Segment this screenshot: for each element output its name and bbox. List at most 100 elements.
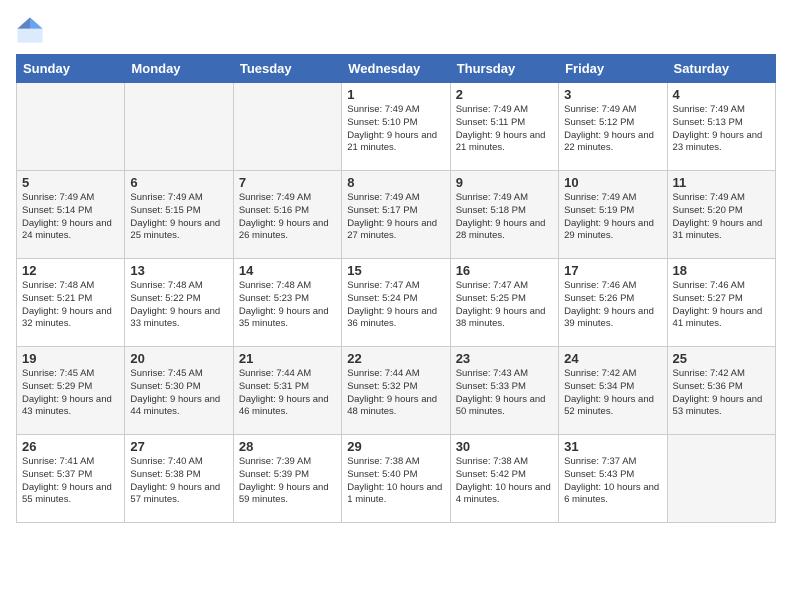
calendar-cell: 13 Sunrise: 7:48 AM Sunset: 5:22 PM Dayli…: [125, 259, 233, 347]
day-number: 20: [130, 351, 227, 366]
calendar-cell: 29Sunrise: 7:38 AM Sunset: 5:40 PM Dayli…: [342, 435, 450, 523]
calendar-cell: 28 Sunrise: 7:39 AM Sunset: 5:39 PM Dayli…: [233, 435, 341, 523]
calendar-cell: 20 Sunrise: 7:45 AM Sunset: 5:30 PM Dayli…: [125, 347, 233, 435]
calendar-week-row: 5 Sunrise: 7:49 AM Sunset: 5:14 PM Daylig…: [17, 171, 776, 259]
day-info: Sunrise: 7:48 AM Sunset: 5:22 PM Dayligh…: [130, 280, 227, 331]
calendar-cell: 25Sunrise: 7:42 AM Sunset: 5:36 PM Dayli…: [667, 347, 775, 435]
day-number: 14: [239, 263, 336, 278]
day-info: Sunrise: 7:49 AM Sunset: 5:17 PM Dayligh…: [347, 192, 444, 243]
day-info: Sunrise: 7:49 AM Sunset: 5:10 PM Dayligh…: [347, 104, 444, 155]
calendar-week-row: 12 Sunrise: 7:48 AM Sunset: 5:21 PM Dayli…: [17, 259, 776, 347]
calendar-cell: 21 Sunrise: 7:44 AM Sunset: 5:31 PM Dayli…: [233, 347, 341, 435]
day-info: Sunrise: 7:41 AM Sunset: 5:37 PM Dayligh…: [22, 456, 119, 507]
day-info: Sunrise: 7:44 AM Sunset: 5:32 PM Dayligh…: [347, 368, 444, 419]
day-info: Sunrise: 7:47 AM Sunset: 5:25 PM Dayligh…: [456, 280, 553, 331]
day-number: 24: [564, 351, 661, 366]
day-info: Sunrise: 7:49 AM Sunset: 5:14 PM Dayligh…: [22, 192, 119, 243]
calendar-cell: 15 Sunrise: 7:47 AM Sunset: 5:24 PM Dayli…: [342, 259, 450, 347]
day-number: 29: [347, 439, 444, 454]
day-info: Sunrise: 7:37 AM Sunset: 5:43 PM Dayligh…: [564, 456, 661, 507]
day-number: 17: [564, 263, 661, 278]
day-number: 10: [564, 175, 661, 190]
calendar-cell: [17, 83, 125, 171]
calendar-cell: 6 Sunrise: 7:49 AM Sunset: 5:15 PM Daylig…: [125, 171, 233, 259]
day-info: Sunrise: 7:45 AM Sunset: 5:29 PM Dayligh…: [22, 368, 119, 419]
calendar-cell: [125, 83, 233, 171]
weekday-header: Sunday: [17, 55, 125, 83]
calendar-cell: 26 Sunrise: 7:41 AM Sunset: 5:37 PM Dayli…: [17, 435, 125, 523]
day-info: Sunrise: 7:44 AM Sunset: 5:31 PM Dayligh…: [239, 368, 336, 419]
day-info: Sunrise: 7:45 AM Sunset: 5:30 PM Dayligh…: [130, 368, 227, 419]
weekday-header: Thursday: [450, 55, 558, 83]
day-info: Sunrise: 7:49 AM Sunset: 5:11 PM Dayligh…: [456, 104, 553, 155]
day-number: 23: [456, 351, 553, 366]
day-number: 30: [456, 439, 553, 454]
calendar-cell: 18 Sunrise: 7:46 AM Sunset: 5:27 PM Dayli…: [667, 259, 775, 347]
day-info: Sunrise: 7:39 AM Sunset: 5:39 PM Dayligh…: [239, 456, 336, 507]
logo-icon: [16, 16, 44, 44]
day-info: Sunrise: 7:49 AM Sunset: 5:12 PM Dayligh…: [564, 104, 661, 155]
calendar-cell: 3 Sunrise: 7:49 AM Sunset: 5:12 PM Daylig…: [559, 83, 667, 171]
page-header: [16, 16, 776, 44]
page-container: SundayMondayTuesdayWednesdayThursdayFrid…: [0, 0, 792, 533]
day-number: 21: [239, 351, 336, 366]
day-info: Sunrise: 7:43 AM Sunset: 5:33 PM Dayligh…: [456, 368, 553, 419]
day-info: Sunrise: 7:49 AM Sunset: 5:13 PM Dayligh…: [673, 104, 770, 155]
day-number: 25: [673, 351, 770, 366]
calendar-cell: 19 Sunrise: 7:45 AM Sunset: 5:29 PM Dayli…: [17, 347, 125, 435]
day-number: 9: [456, 175, 553, 190]
day-number: 19: [22, 351, 119, 366]
day-number: 8: [347, 175, 444, 190]
calendar-cell: 30 Sunrise: 7:38 AM Sunset: 5:42 PM Dayli…: [450, 435, 558, 523]
calendar-body: 1 Sunrise: 7:49 AM Sunset: 5:10 PM Daylig…: [17, 83, 776, 523]
calendar-cell: [233, 83, 341, 171]
calendar-cell: 8 Sunrise: 7:49 AM Sunset: 5:17 PM Daylig…: [342, 171, 450, 259]
day-number: 11: [673, 175, 770, 190]
day-number: 31: [564, 439, 661, 454]
calendar-cell: 24 Sunrise: 7:42 AM Sunset: 5:34 PM Dayli…: [559, 347, 667, 435]
weekday-header: Saturday: [667, 55, 775, 83]
day-info: Sunrise: 7:42 AM Sunset: 5:34 PM Dayligh…: [564, 368, 661, 419]
calendar-cell: 7 Sunrise: 7:49 AM Sunset: 5:16 PM Daylig…: [233, 171, 341, 259]
day-number: 28: [239, 439, 336, 454]
calendar-cell: 22 Sunrise: 7:44 AM Sunset: 5:32 PM Dayli…: [342, 347, 450, 435]
calendar-week-row: 1 Sunrise: 7:49 AM Sunset: 5:10 PM Daylig…: [17, 83, 776, 171]
calendar-cell: 1 Sunrise: 7:49 AM Sunset: 5:10 PM Daylig…: [342, 83, 450, 171]
weekday-header: Wednesday: [342, 55, 450, 83]
day-number: 5: [22, 175, 119, 190]
day-number: 18: [673, 263, 770, 278]
day-number: 6: [130, 175, 227, 190]
calendar-cell: 5 Sunrise: 7:49 AM Sunset: 5:14 PM Daylig…: [17, 171, 125, 259]
day-info: Sunrise: 7:49 AM Sunset: 5:19 PM Dayligh…: [564, 192, 661, 243]
calendar-table: SundayMondayTuesdayWednesdayThursdayFrid…: [16, 54, 776, 523]
day-info: Sunrise: 7:47 AM Sunset: 5:24 PM Dayligh…: [347, 280, 444, 331]
day-info: Sunrise: 7:49 AM Sunset: 5:16 PM Dayligh…: [239, 192, 336, 243]
calendar-cell: 23 Sunrise: 7:43 AM Sunset: 5:33 PM Dayli…: [450, 347, 558, 435]
day-info: Sunrise: 7:38 AM Sunset: 5:42 PM Dayligh…: [456, 456, 553, 507]
day-number: 13: [130, 263, 227, 278]
day-number: 7: [239, 175, 336, 190]
calendar-cell: [667, 435, 775, 523]
weekday-row: SundayMondayTuesdayWednesdayThursdayFrid…: [17, 55, 776, 83]
weekday-header: Monday: [125, 55, 233, 83]
day-number: 15: [347, 263, 444, 278]
day-info: Sunrise: 7:49 AM Sunset: 5:18 PM Dayligh…: [456, 192, 553, 243]
weekday-header: Friday: [559, 55, 667, 83]
logo: [16, 16, 48, 44]
day-info: Sunrise: 7:48 AM Sunset: 5:21 PM Dayligh…: [22, 280, 119, 331]
calendar-cell: 11Sunrise: 7:49 AM Sunset: 5:20 PM Dayli…: [667, 171, 775, 259]
day-info: Sunrise: 7:46 AM Sunset: 5:26 PM Dayligh…: [564, 280, 661, 331]
day-number: 16: [456, 263, 553, 278]
day-info: Sunrise: 7:46 AM Sunset: 5:27 PM Dayligh…: [673, 280, 770, 331]
day-number: 12: [22, 263, 119, 278]
calendar-cell: 4Sunrise: 7:49 AM Sunset: 5:13 PM Daylig…: [667, 83, 775, 171]
calendar-cell: 10 Sunrise: 7:49 AM Sunset: 5:19 PM Dayli…: [559, 171, 667, 259]
day-info: Sunrise: 7:49 AM Sunset: 5:15 PM Dayligh…: [130, 192, 227, 243]
calendar-cell: 31 Sunrise: 7:37 AM Sunset: 5:43 PM Dayli…: [559, 435, 667, 523]
day-number: 3: [564, 87, 661, 102]
calendar-cell: 9 Sunrise: 7:49 AM Sunset: 5:18 PM Daylig…: [450, 171, 558, 259]
day-number: 2: [456, 87, 553, 102]
day-number: 22: [347, 351, 444, 366]
day-number: 26: [22, 439, 119, 454]
day-number: 1: [347, 87, 444, 102]
